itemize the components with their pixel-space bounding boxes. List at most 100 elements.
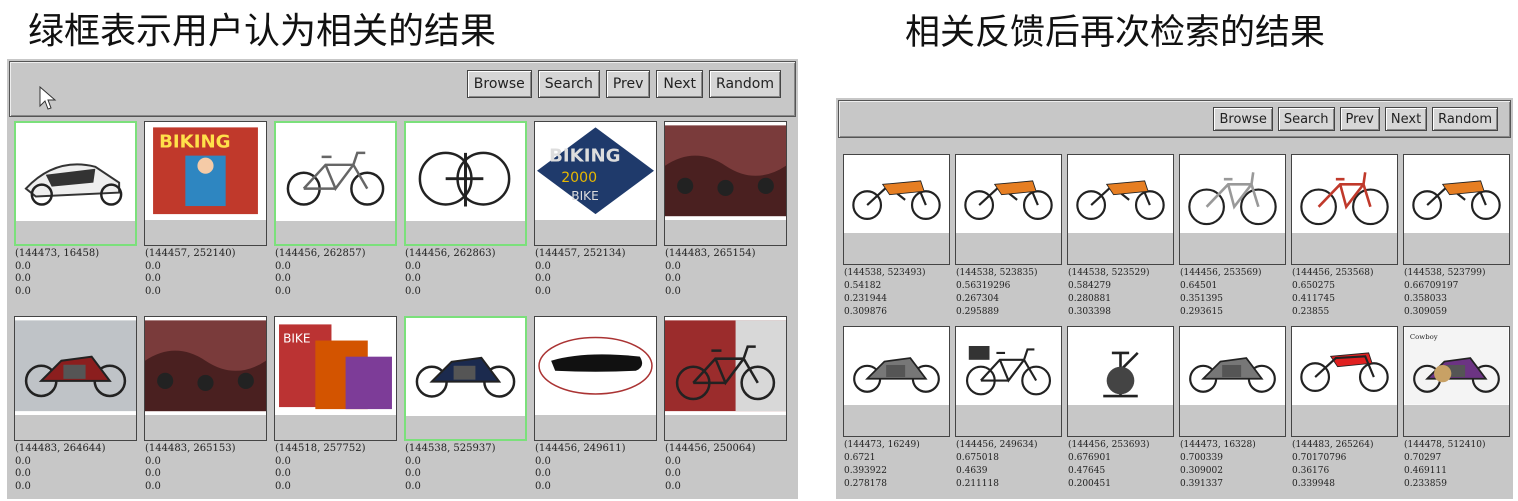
dirt-bike-icon [1404,155,1509,233]
thumbnail-frame[interactable] [955,154,1062,265]
result-id: (144483, 264644) [15,443,106,454]
result-cell[interactable]: (144456, 249634) 0.675018 0.4639 0.211118 [955,326,1062,497]
result-cell[interactable]: (144456, 253693) 0.676901 0.47645 0.200451 [1067,326,1174,497]
result-meta: (144456, 250064) 0.0 0.0 0.0 [665,443,756,493]
thumbnail-frame[interactable]: BIKING [144,121,267,246]
result-score-1: 0.70297 [1404,453,1442,463]
result-meta: (144518, 257752) 0.0 0.0 0.0 [275,443,366,493]
thumbnail-frame[interactable]: Cowboy [1403,326,1510,437]
result-cell[interactable]: (144538, 523799) 0.66709197 0.358033 0.3090… [1403,154,1510,325]
thumbnail-frame[interactable] [843,154,950,265]
thumbnail-frame[interactable] [144,316,267,441]
thumbnail-frame[interactable] [664,316,787,441]
result-cell[interactable]: BIKE (144518, 257752) 0.0 0.0 0.0 [274,316,397,501]
result-score-3: 0.23855 [1292,307,1330,317]
magazine-stack-icon: BIKE [275,317,396,415]
result-cell[interactable]: (144473, 16249) 0.6721 0.393922 0.278178 [843,326,950,497]
result-cell[interactable]: (144483, 265264) 0.70170796 0.36176 0.33994… [1291,326,1398,497]
result-cell[interactable]: (144456, 262863) 0.0 0.0 0.0 [404,121,527,306]
result-cell[interactable]: (144473, 16328) 0.700339 0.309002 0.391337 [1179,326,1286,497]
selected-thumbnail-frame[interactable] [404,316,527,441]
selected-thumbnail-frame[interactable] [274,121,397,246]
result-score-3: 0.309876 [844,307,887,317]
result-cell[interactable]: (144538, 525937) 0.0 0.0 0.0 [404,316,527,501]
result-cell[interactable]: (144456, 253569) 0.64501 0.351395 0.293615 [1179,154,1286,325]
result-score-1: 0.56319296 [956,281,1011,291]
result-cell[interactable]: BIKING (144457, 252140) 0.0 0.0 0.0 [144,121,267,306]
vintage-motorcycle-icon [844,327,949,405]
result-cell[interactable]: (144483, 264644) 0.0 0.0 0.0 [14,316,137,501]
thumbnail-frame[interactable] [1067,326,1174,437]
result-meta: (144483, 265154) 0.0 0.0 0.0 [665,248,756,298]
result-score-1: 0.676901 [1068,453,1111,463]
selected-thumbnail-frame[interactable] [404,121,527,246]
thumbnail-frame[interactable] [1291,154,1398,265]
city-bike-icon [956,327,1061,405]
result-score-3: 0.0 [665,480,681,492]
search-button[interactable]: Search [537,70,600,98]
thumbnail-frame[interactable]: BIKING 2000 BIKE [534,121,657,246]
thumbnail-frame[interactable] [955,326,1062,437]
thumbnail-frame[interactable]: BIKE [274,316,397,441]
caption-left: 绿框表示用户认为相关的结果 [28,11,497,52]
result-score-1: 0.700339 [1180,453,1223,463]
thumbnail-frame[interactable] [843,326,950,437]
result-id: (144456, 253693) [1068,440,1150,450]
result-cell[interactable]: Cowboy (144478, 512410) 0.70297 0.469111 0.2… [1403,326,1510,497]
random-button[interactable]: Random [1432,107,1498,131]
bike-seat-icon [535,317,656,415]
result-score-2: 0.47645 [1068,466,1106,476]
result-cell[interactable]: (144538, 523529) 0.584279 0.280881 0.303398 [1067,154,1174,325]
result-score-1: 0.0 [405,260,421,272]
thumbnail-frame[interactable] [1179,326,1286,437]
thumbnail-frame[interactable] [14,316,137,441]
result-score-3: 0.0 [275,480,291,492]
result-cell[interactable]: (144473, 16458) 0.0 0.0 0.0 [14,121,137,306]
thumbnail-frame[interactable] [664,121,787,246]
prev-button[interactable]: Prev [605,70,651,98]
prev-button[interactable]: Prev [1339,107,1380,131]
thumbnail-frame[interactable] [1403,154,1510,265]
result-score-3: 0.200451 [1068,479,1111,489]
mouse-cursor-icon [39,86,57,110]
thumbnail-frame[interactable] [1067,154,1174,265]
left-button-group: Browse Search Prev Next Random [466,70,781,98]
next-button[interactable]: Next [656,70,704,98]
folding-bike-icon [276,123,395,221]
motorcycle-icon [15,317,136,415]
result-score-1: 0.6721 [844,453,876,463]
thumbnail-frame[interactable] [1179,154,1286,265]
result-cell[interactable]: (144538, 523835) 0.56319296 0.267304 0.2958… [955,154,1062,325]
scooter-icon [16,123,135,221]
result-score-3: 0.0 [535,480,551,492]
result-cell[interactable]: (144483, 265153) 0.0 0.0 0.0 [144,316,267,501]
result-id: (144538, 523799) [1404,268,1486,278]
random-button[interactable]: Random [709,70,781,98]
result-cell[interactable]: (144483, 265154) 0.0 0.0 0.0 [664,121,787,306]
result-cell[interactable]: (144456, 253568) 0.650275 0.411745 0.23855 [1291,154,1398,325]
result-score-1: 0.584279 [1068,281,1111,291]
result-meta: (144483, 265153) 0.0 0.0 0.0 [145,443,236,493]
result-score-3: 0.0 [405,480,421,492]
svg-text:BIKING: BIKING [159,132,230,153]
left-toolbar: Browse Search Prev Next Random [9,61,796,117]
result-cell[interactable]: (144538, 523493) 0.54182 0.231944 0.309876 [843,154,950,325]
result-meta: (144483, 264644) 0.0 0.0 0.0 [15,443,106,493]
result-meta: (144457, 252134) 0.0 0.0 0.0 [535,248,626,298]
result-meta: (144473, 16249) 0.6721 0.393922 0.278178 [844,439,920,491]
result-meta: (144478, 512410) 0.70297 0.469111 0.233859 [1404,439,1485,491]
thumbnail-frame[interactable] [1291,326,1398,437]
next-button[interactable]: Next [1384,107,1428,131]
result-score-2: 0.0 [665,273,681,284]
result-score-2: 0.0 [665,468,681,479]
search-button[interactable]: Search [1277,107,1335,131]
result-cell[interactable]: (144456, 262857) 0.0 0.0 0.0 [274,121,397,306]
result-cell[interactable]: (144456, 249611) 0.0 0.0 0.0 [534,316,657,501]
result-cell[interactable]: BIKING 2000 BIKE (144457, 252134) 0.0 0.0 0.0 [534,121,657,306]
result-score-3: 0.303398 [1068,307,1111,317]
result-cell[interactable]: (144456, 250064) 0.0 0.0 0.0 [664,316,787,501]
thumbnail-frame[interactable] [534,316,657,441]
selected-thumbnail-frame[interactable] [14,121,137,246]
browse-button[interactable]: Browse [466,70,532,98]
browse-button[interactable]: Browse [1213,107,1273,131]
